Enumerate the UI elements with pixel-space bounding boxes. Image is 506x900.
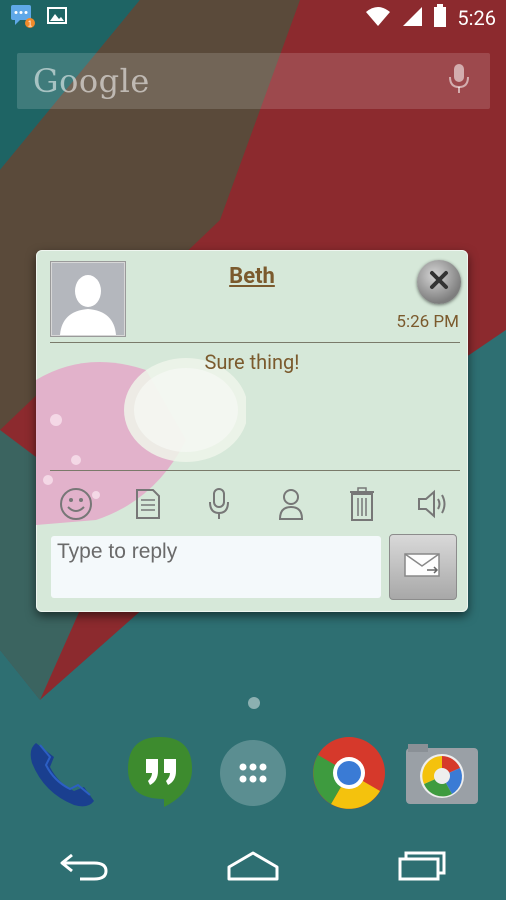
contact-name[interactable]: Beth xyxy=(36,264,468,289)
google-search-bar[interactable]: Google xyxy=(17,53,490,109)
status-time: 5:26 xyxy=(457,6,496,30)
back-icon xyxy=(58,849,110,887)
close-button[interactable] xyxy=(417,260,461,304)
popup-toolbar xyxy=(50,484,460,528)
recents-button[interactable] xyxy=(382,843,462,893)
speak-button[interactable] xyxy=(408,484,460,528)
google-logo: Google xyxy=(33,62,150,100)
hangouts-icon xyxy=(124,735,196,815)
smiley-icon xyxy=(59,487,93,525)
contact-button[interactable] xyxy=(265,484,317,528)
toolbar-divider xyxy=(50,470,460,471)
wifi-icon xyxy=(365,5,391,31)
microphone-icon[interactable] xyxy=(448,63,470,99)
reply-input[interactable] xyxy=(51,536,381,598)
camera-app[interactable] xyxy=(402,735,482,815)
signal-icon xyxy=(401,5,423,31)
svg-text:1: 1 xyxy=(28,20,33,29)
delete-button[interactable] xyxy=(336,484,388,528)
gallery-icon xyxy=(46,5,68,31)
send-envelope-icon xyxy=(403,550,443,584)
hangouts-app[interactable] xyxy=(120,735,200,815)
trash-icon xyxy=(349,487,375,525)
status-bar: 1 5:26 xyxy=(0,0,506,36)
page-indicator xyxy=(248,697,260,709)
app-drawer-icon xyxy=(219,739,287,811)
phone-icon xyxy=(26,735,102,815)
phone-app[interactable] xyxy=(24,735,104,815)
home-button[interactable] xyxy=(213,843,293,893)
message-timestamp: 5:26 PM xyxy=(396,312,459,332)
speaker-icon xyxy=(417,489,451,523)
message-notification-icon: 1 xyxy=(10,3,36,33)
dock xyxy=(0,735,506,815)
message-popup: Beth 5:26 PM Sure thing! xyxy=(36,250,468,612)
message-text: Sure thing! xyxy=(204,350,300,374)
voice-button[interactable] xyxy=(193,484,245,528)
smiley-button[interactable] xyxy=(50,484,102,528)
close-icon xyxy=(428,269,450,295)
template-button[interactable] xyxy=(122,484,174,528)
home-icon xyxy=(225,849,281,887)
contact-icon xyxy=(277,487,305,525)
back-button[interactable] xyxy=(44,843,124,893)
camera-icon xyxy=(402,738,482,812)
header-divider xyxy=(50,342,460,343)
chrome-app[interactable] xyxy=(309,735,389,815)
template-icon xyxy=(135,488,161,524)
battery-icon xyxy=(433,4,447,32)
send-button[interactable] xyxy=(389,534,457,600)
navigation-bar xyxy=(0,836,506,900)
app-drawer[interactable] xyxy=(213,735,293,815)
microphone-icon xyxy=(207,487,231,525)
recents-icon xyxy=(396,849,448,887)
chrome-icon xyxy=(311,735,387,815)
